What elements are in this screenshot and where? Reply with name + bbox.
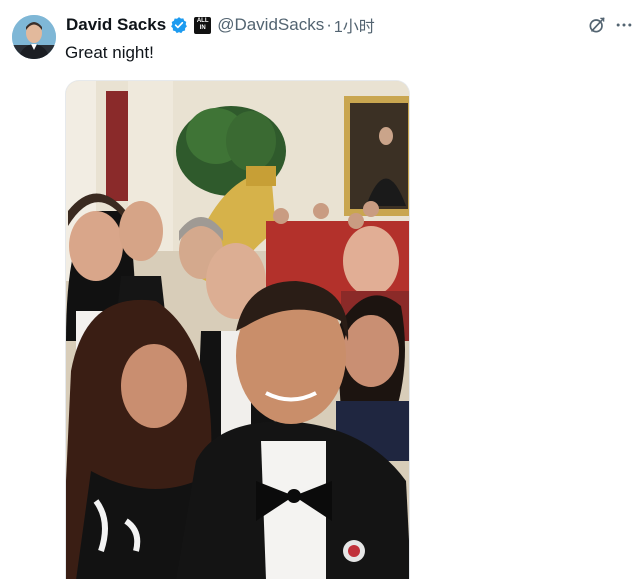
tweet-header: David Sacks ALL IN @DavidSacks · 1小时 <box>66 14 375 36</box>
selfie-photo-icon <box>66 81 409 579</box>
verified-badge-icon[interactable] <box>170 16 188 34</box>
tweet-timestamp[interactable]: 1小时 <box>334 13 375 37</box>
more-icon <box>616 23 632 27</box>
grok-icon <box>589 17 605 33</box>
more-button[interactable] <box>612 13 636 37</box>
author-handle[interactable]: @DavidSacks <box>217 15 324 35</box>
profile-avatar-icon <box>12 15 56 59</box>
grok-button[interactable] <box>585 13 609 37</box>
tweet-card[interactable]: David Sacks ALL IN @DavidSacks · 1小时 Grea… <box>0 0 644 579</box>
author-display-name[interactable]: David Sacks <box>66 15 166 35</box>
tweet-photo[interactable] <box>65 80 410 579</box>
affiliate-badge-label: ALL IN <box>196 18 209 31</box>
author-avatar[interactable] <box>12 15 56 59</box>
affiliate-badge-icon[interactable]: ALL IN <box>194 16 212 34</box>
header-separator: · <box>326 15 332 34</box>
tweet-text: Great night! <box>65 43 154 62</box>
